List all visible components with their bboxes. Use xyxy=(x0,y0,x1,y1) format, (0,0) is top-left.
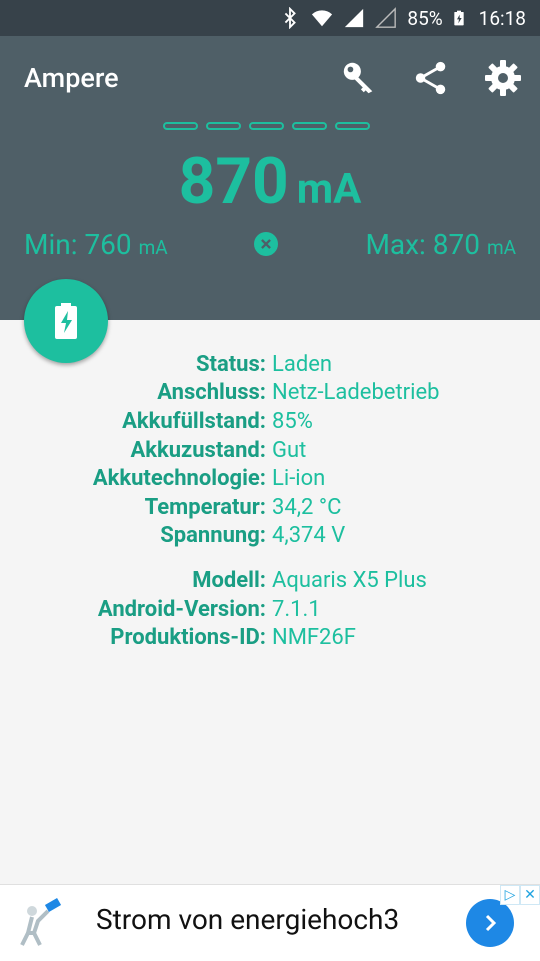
ad-choices[interactable]: ▷ ✕ xyxy=(500,885,540,905)
cell-signal-icon xyxy=(345,8,364,28)
info-key: Akkutechnologie: xyxy=(92,466,266,492)
info-value: Li-ion xyxy=(272,466,326,492)
cell-signal-empty-icon xyxy=(375,7,397,28)
info-row: Temperatur: 34,2 °C xyxy=(0,493,540,522)
current-unit: mA xyxy=(296,165,362,214)
ad-logo-icon xyxy=(20,898,62,946)
header: Ampere 870 mA Min: 760 mA Max: 870 mA xyxy=(0,36,540,320)
current-value: 870 xyxy=(178,144,289,219)
current-reading: 870 mA xyxy=(0,144,540,219)
info-row: Modell: Aquaris X5 Plus xyxy=(0,566,540,595)
bluetooth-icon xyxy=(285,7,297,29)
level-indicator xyxy=(163,122,370,130)
info-row: Anschluss: Netz-Ladebetrieb xyxy=(0,379,540,408)
gear-icon[interactable] xyxy=(481,56,525,100)
level-segment xyxy=(292,122,327,130)
info-value: Netz-Ladebetrieb xyxy=(272,380,440,406)
status-bar: 85% 16:18 xyxy=(0,0,540,36)
info-key: Anschluss: xyxy=(157,380,266,406)
level-segment xyxy=(206,122,241,130)
info-value: Aquaris X5 Plus xyxy=(272,567,427,593)
min-unit: mA xyxy=(138,236,168,259)
info-key: Spannung: xyxy=(160,523,266,549)
wifi-icon xyxy=(312,10,333,27)
info-value: 34,2 °C xyxy=(272,494,342,520)
ad-banner[interactable]: Strom von energiehoch3 ▷ ✕ xyxy=(0,884,540,961)
level-segment xyxy=(163,122,198,130)
app-title: Ampere xyxy=(24,62,119,94)
info-value: 85% xyxy=(272,408,313,434)
reset-minmax-button[interactable] xyxy=(254,232,278,256)
info-row: Produktions-ID: NMF26F xyxy=(0,623,540,652)
level-segment xyxy=(335,122,370,130)
max-unit: mA xyxy=(486,236,516,259)
info-value: NMF26F xyxy=(272,625,356,651)
ad-text[interactable]: Strom von energiehoch3 xyxy=(96,903,399,936)
battery-charging-icon xyxy=(454,10,464,26)
info-key: Temperatur: xyxy=(144,494,266,520)
info-row: Akkufüllstand: 85% xyxy=(0,407,540,436)
info-key: Akkufüllstand: xyxy=(122,408,266,434)
ad-info-icon[interactable]: ▷ xyxy=(500,885,520,905)
close-icon xyxy=(261,239,271,249)
level-segment xyxy=(249,122,284,130)
max-value: Max: 870 xyxy=(365,228,480,261)
info-key: Akkuzustand: xyxy=(130,437,266,463)
battery-percent: 85% xyxy=(407,6,443,30)
min-value: Min: 760 xyxy=(24,228,132,261)
info-row: Android-Version: 7.1.1 xyxy=(0,595,540,624)
info-row: Spannung: 4,374 V xyxy=(0,522,540,551)
info-row: Akkutechnologie: Li-ion xyxy=(0,464,540,493)
info-value: Gut xyxy=(272,437,307,463)
info-row: Akkuzustand: Gut xyxy=(0,436,540,465)
max-reading: Max: 870 mA xyxy=(365,228,516,261)
info-value: 4,374 V xyxy=(272,523,346,549)
chevron-right-icon xyxy=(485,914,497,932)
share-icon[interactable] xyxy=(409,56,453,100)
clock: 16:18 xyxy=(478,6,526,30)
min-reading: Min: 760 mA xyxy=(24,228,168,261)
battery-charging-icon xyxy=(55,303,77,339)
info-key: Produktions-ID: xyxy=(110,625,266,651)
ad-open-button[interactable] xyxy=(466,899,514,947)
info-key: Android-Version: xyxy=(97,596,266,622)
info-value: 7.1.1 xyxy=(272,596,321,622)
info-value: Laden xyxy=(272,351,333,377)
ad-close-icon[interactable]: ✕ xyxy=(520,885,540,905)
key-icon[interactable] xyxy=(337,56,381,100)
info-key: Status: xyxy=(195,351,266,377)
info-row: Status: Laden xyxy=(0,350,540,379)
info-key: Modell: xyxy=(192,567,266,593)
battery-info-list: Status: Laden Anschluss: Netz-Ladebetrie… xyxy=(0,350,540,652)
